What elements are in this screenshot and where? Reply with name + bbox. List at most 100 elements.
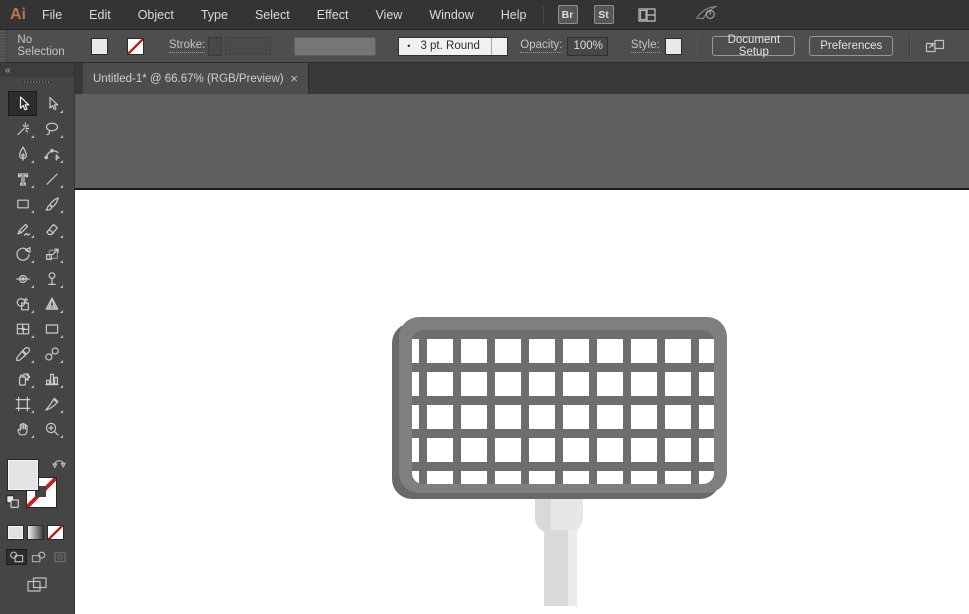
stroke-dropdown-chevron-icon[interactable] — [147, 43, 156, 49]
rotate-tool[interactable] — [8, 241, 37, 266]
type-tool[interactable] — [8, 166, 37, 191]
shape-builder-tool[interactable] — [8, 291, 37, 316]
none-button[interactable] — [47, 525, 64, 540]
style-chevron-icon[interactable] — [686, 43, 695, 49]
style-label[interactable]: Style: — [631, 39, 660, 53]
selection-status: No Selection — [17, 34, 77, 58]
draw-inside-button — [50, 549, 71, 565]
stroke-weight-dropdown[interactable] — [225, 37, 271, 55]
fill-dropdown-chevron-icon[interactable] — [111, 43, 120, 49]
draw-normal-button[interactable] — [6, 549, 27, 565]
arrange-documents-button[interactable] — [925, 39, 959, 53]
stroke-weight-stepper[interactable] — [208, 37, 222, 56]
opacity-label[interactable]: Opacity: — [520, 39, 562, 53]
style-swatch[interactable] — [665, 38, 682, 55]
stroke-label[interactable]: Stroke: — [169, 39, 205, 53]
tab-close-button[interactable]: × — [290, 72, 298, 85]
chevron-down-icon — [950, 43, 959, 49]
stepper-up-icon[interactable] — [212, 42, 219, 46]
screen-mode-button[interactable] — [26, 577, 48, 592]
width-tool[interactable] — [8, 266, 37, 291]
shaper-tool[interactable] — [8, 216, 37, 241]
canvas[interactable] — [75, 94, 969, 614]
brush-definition-chevron[interactable] — [491, 38, 507, 55]
menu-edit[interactable]: Edit — [89, 8, 111, 22]
sync-settings-button[interactable] — [695, 5, 718, 25]
stroke-color-swatch[interactable] — [127, 38, 144, 55]
pen-tool[interactable] — [8, 141, 37, 166]
paint-style-row — [7, 525, 74, 540]
line-segment-tool[interactable] — [37, 166, 66, 191]
fill-proxy-swatch[interactable] — [7, 459, 39, 491]
gradient-tool[interactable] — [37, 316, 66, 341]
menu-window[interactable]: Window — [429, 8, 473, 22]
gradient-button[interactable] — [27, 525, 44, 540]
fill-stroke-cluster — [6, 457, 68, 511]
workspace-switcher[interactable] — [638, 8, 671, 22]
document-setup-button[interactable]: Document Setup — [712, 36, 795, 56]
menu-help[interactable]: Help — [501, 8, 527, 22]
document-tab-bar: Untitled-1* @ 66.67% (RGB/Preview) × — [75, 63, 969, 94]
tools-panel-header: « — [0, 63, 74, 77]
opacity-field[interactable]: 100% — [567, 37, 608, 56]
opacity-expand-button[interactable] — [608, 37, 622, 56]
grill-handle-stem[interactable] — [544, 530, 577, 606]
magic-wand-tool[interactable] — [8, 116, 37, 141]
artboard[interactable] — [75, 188, 969, 614]
default-fill-stroke-icon[interactable] — [6, 495, 19, 508]
menu-view[interactable]: View — [375, 8, 402, 22]
menu-file[interactable]: File — [42, 8, 62, 22]
stock-button[interactable]: St — [594, 5, 614, 24]
grill-head[interactable] — [399, 317, 727, 493]
stroke-weight-chevron-icon[interactable] — [274, 43, 283, 49]
zoom-tool[interactable] — [37, 416, 66, 441]
brush-definition-dropdown[interactable]: • 3 pt. Round — [398, 37, 508, 56]
illustrator-window: Ai FileEditObjectTypeSelectEffectViewWin… — [0, 0, 969, 614]
swap-fill-stroke-icon[interactable] — [52, 456, 66, 468]
eyedropper-tool[interactable] — [8, 341, 37, 366]
color-button[interactable] — [7, 525, 24, 540]
blend-tool[interactable] — [37, 341, 66, 366]
document-tab-title: Untitled-1* @ 66.67% (RGB/Preview) — [93, 73, 284, 85]
document-tab[interactable]: Untitled-1* @ 66.67% (RGB/Preview) × — [83, 63, 309, 94]
menu-object[interactable]: Object — [138, 8, 174, 22]
bridge-button[interactable]: Br — [558, 5, 578, 24]
symbol-sprayer-tool[interactable] — [8, 366, 37, 391]
hand-tool[interactable] — [8, 416, 37, 441]
sync-settings-icon — [695, 5, 718, 20]
control-bar-right: Document Setup Preferences — [695, 34, 969, 58]
rectangle-tool[interactable] — [8, 191, 37, 216]
perspective-grid-tool[interactable] — [37, 291, 66, 316]
stepper-down-icon[interactable] — [212, 47, 219, 51]
collapse-panel-button[interactable]: « — [5, 65, 10, 76]
panel-grip[interactable] — [0, 30, 7, 62]
preferences-button[interactable]: Preferences — [809, 36, 893, 56]
panel-drag-grip[interactable] — [23, 81, 51, 83]
menu-type[interactable]: Type — [201, 8, 228, 22]
column-graph-tool[interactable] — [37, 366, 66, 391]
menu-effect[interactable]: Effect — [317, 8, 349, 22]
brush-preview-dot: • — [407, 41, 410, 51]
width-profile-dropdown — [294, 37, 376, 56]
puppet-warp-tool[interactable] — [37, 266, 66, 291]
chevron-right-icon — [612, 42, 618, 51]
menu-select[interactable]: Select — [255, 8, 290, 22]
grill-grate-pattern — [412, 330, 714, 484]
width-profile-chevron-icon — [379, 43, 388, 49]
artboard-tool[interactable] — [8, 391, 37, 416]
draw-behind-button[interactable] — [28, 549, 49, 565]
brush-definition-value: 3 pt. Round — [420, 40, 479, 52]
menu-divider — [543, 6, 544, 24]
lasso-tool[interactable] — [37, 116, 66, 141]
selection-tool[interactable] — [8, 91, 37, 116]
curvature-tool[interactable] — [37, 141, 66, 166]
paintbrush-tool[interactable] — [37, 191, 66, 216]
direct-selection-tool[interactable] — [37, 91, 66, 116]
divider — [697, 34, 699, 58]
mesh-tool[interactable] — [8, 316, 37, 341]
eraser-tool[interactable] — [37, 216, 66, 241]
scale-tool[interactable] — [37, 241, 66, 266]
slice-tool[interactable] — [37, 391, 66, 416]
fill-color-swatch[interactable] — [91, 38, 108, 55]
menu-items: File Edit Object Type Select Effect View Window… — [42, 8, 527, 22]
